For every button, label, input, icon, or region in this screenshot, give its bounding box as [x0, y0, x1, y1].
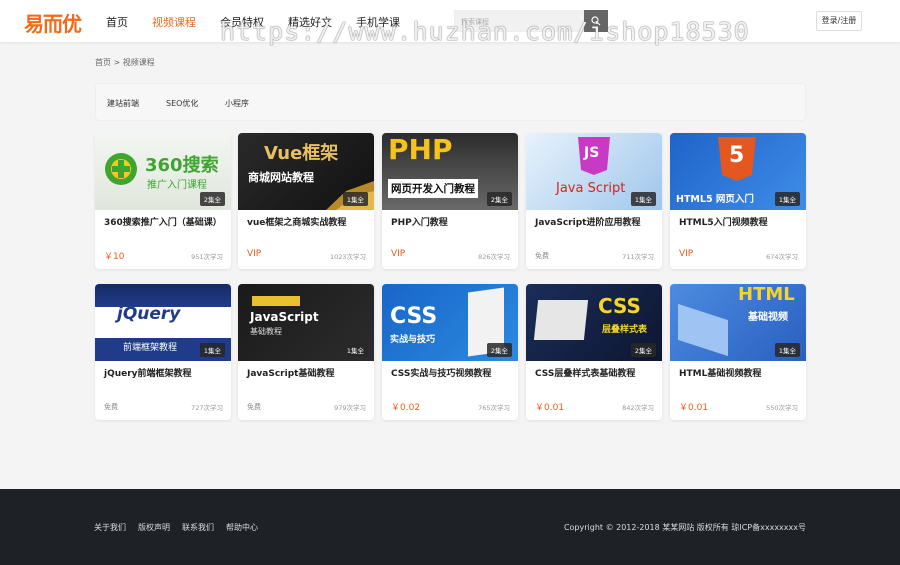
episode-badge: 1集全: [342, 192, 368, 206]
category-filter-bar: 建站前端 SEO优化 小程序: [95, 83, 806, 121]
learner-count: 842次学习: [622, 404, 654, 412]
footer-link-about[interactable]: 关于我们: [94, 522, 126, 533]
course-thumbnail[interactable]: JS Java Script 1集全: [526, 133, 662, 210]
footer-links: 关于我们 版权声明 联系我们 帮助中心: [94, 522, 270, 533]
search-icon: [591, 16, 601, 26]
course-card[interactable]: 360搜索 推广入门课程 2集全 360搜索推广入门（基础课） ￥10 951次…: [95, 133, 231, 269]
course-title[interactable]: HTML基础视频教程: [679, 368, 799, 381]
learner-count: 727次学习: [191, 404, 223, 412]
episode-badge: 2集全: [630, 343, 656, 357]
course-card[interactable]: Vue框架 商城网站教程 1集全 vue框架之商城实战教程 VIP 1023次学…: [238, 133, 374, 269]
course-title[interactable]: CSS实战与技巧视频教程: [391, 368, 511, 381]
learner-count: 674次学习: [766, 253, 798, 261]
course-thumbnail[interactable]: HTML 基础视频 1集全: [670, 284, 806, 361]
footer-link-contact[interactable]: 联系我们: [182, 522, 214, 533]
learner-count: 979次学习: [334, 404, 366, 412]
course-title[interactable]: PHP入门教程: [391, 217, 511, 230]
course-card[interactable]: HTML 基础视频 1集全 HTML基础视频教程 ￥0.01 550次学习: [670, 284, 806, 420]
nav-articles[interactable]: 精选好文: [288, 14, 332, 30]
learner-count: 1023次学习: [329, 253, 366, 261]
episode-badge: 1集全: [774, 192, 800, 206]
search-input[interactable]: 搜索课程: [454, 10, 584, 32]
filter-frontend[interactable]: 建站前端: [107, 98, 139, 109]
episode-badge: 1集全: [630, 192, 656, 206]
course-price: 免费: [535, 252, 549, 260]
course-title[interactable]: JavaScript基础教程: [247, 368, 367, 381]
main-nav: 首页 视频课程 会员特权 精选好文 手机学课: [106, 14, 424, 30]
course-title[interactable]: jQuery前端框架教程: [104, 368, 224, 381]
episode-badge: 1集全: [774, 343, 800, 357]
course-thumbnail[interactable]: jQuery 前端框架教程 1集全: [95, 284, 231, 361]
course-title[interactable]: vue框架之商城实战教程: [247, 217, 367, 230]
course-price: 免费: [104, 403, 118, 411]
nav-home[interactable]: 首页: [106, 14, 128, 30]
course-title[interactable]: CSS层叠样式表基础教程: [535, 368, 655, 381]
learner-count: 765次学习: [478, 404, 510, 412]
episode-badge: 1集全: [199, 343, 225, 357]
course-card[interactable]: CSS 层叠样式表 2集全 CSS层叠样式表基础教程 ￥0.01 842次学习: [526, 284, 662, 420]
course-thumbnail[interactable]: 5 HTML5 网页入门 1集全: [670, 133, 806, 210]
course-price: ￥0.02: [391, 403, 421, 413]
course-price: ￥0.01: [535, 403, 565, 413]
copyright-text: Copyright © 2012-2018 某某网站 版权所有 琼ICP备xxx…: [563, 523, 806, 532]
footer-link-copyright[interactable]: 版权声明: [138, 522, 170, 533]
series-tag: [252, 296, 300, 306]
course-card[interactable]: JS Java Script 1集全 JavaScript进阶应用教程 免费 7…: [526, 133, 662, 269]
site-footer: 关于我们 版权声明 联系我们 帮助中心 Copyright © 2012-201…: [0, 489, 900, 565]
plus-logo-icon: [105, 153, 137, 185]
course-thumbnail[interactable]: CSS 层叠样式表 2集全: [526, 284, 662, 361]
nav-membership[interactable]: 会员特权: [220, 14, 264, 30]
top-header: 易而优 首页 视频课程 会员特权 精选好文 手机学课 搜索课程 登录/注册: [0, 0, 900, 42]
course-price: ￥0.01: [679, 403, 709, 413]
site-logo[interactable]: 易而优: [24, 8, 82, 37]
course-thumbnail[interactable]: PHP 网页开发入门教程 2集全: [382, 133, 518, 210]
learner-count: 826次学习: [478, 253, 510, 261]
footer-link-help[interactable]: 帮助中心: [226, 522, 258, 533]
nav-video-courses[interactable]: 视频课程: [152, 14, 196, 30]
course-card[interactable]: 5 HTML5 网页入门 1集全 HTML5入门视频教程 VIP 674次学习: [670, 133, 806, 269]
course-thumbnail[interactable]: JavaScript 基础教程 1集全: [238, 284, 374, 361]
filter-miniprogram[interactable]: 小程序: [225, 98, 249, 109]
isometric-graphic: [678, 303, 728, 357]
course-price: VIP: [247, 249, 262, 259]
course-price: ￥10: [104, 252, 125, 262]
course-thumbnail[interactable]: Vue框架 商城网站教程 1集全: [238, 133, 374, 210]
course-title[interactable]: 360搜索推广入门（基础课）: [104, 217, 224, 230]
episode-badge: 2集全: [486, 192, 512, 206]
course-card[interactable]: CSS 实战与技巧 2集全 CSS实战与技巧视频教程 ￥0.02 765次学习: [382, 284, 518, 420]
course-thumbnail[interactable]: 360搜索 推广入门课程 2集全: [95, 133, 231, 210]
episode-badge: 1集全: [342, 343, 368, 357]
course-thumbnail[interactable]: CSS 实战与技巧 2集全: [382, 284, 518, 361]
search-button[interactable]: [584, 10, 608, 32]
course-price: VIP: [679, 249, 694, 259]
episode-badge: 2集全: [199, 192, 225, 206]
nav-mobile[interactable]: 手机学课: [356, 14, 400, 30]
learner-count: 711次学习: [622, 253, 654, 261]
course-card[interactable]: PHP 网页开发入门教程 2集全 PHP入门教程 VIP 826次学习: [382, 133, 518, 269]
login-register-button[interactable]: 登录/注册: [816, 11, 862, 31]
course-card[interactable]: jQuery 前端框架教程 1集全 jQuery前端框架教程 免费 727次学习: [95, 284, 231, 420]
breadcrumb: 首页 > 视频课程: [95, 58, 155, 67]
filter-seo[interactable]: SEO优化: [166, 98, 198, 109]
course-price: VIP: [391, 249, 406, 259]
course-price: 免费: [247, 403, 261, 411]
episode-badge: 2集全: [486, 343, 512, 357]
course-card[interactable]: JavaScript 基础教程 1集全 JavaScript基础教程 免费 97…: [238, 284, 374, 420]
course-title[interactable]: JavaScript进阶应用教程: [535, 217, 655, 230]
course-title[interactable]: HTML5入门视频教程: [679, 217, 799, 230]
learner-count: 550次学习: [766, 404, 798, 412]
learner-count: 951次学习: [191, 253, 223, 261]
laptop-graphic: [533, 300, 589, 340]
